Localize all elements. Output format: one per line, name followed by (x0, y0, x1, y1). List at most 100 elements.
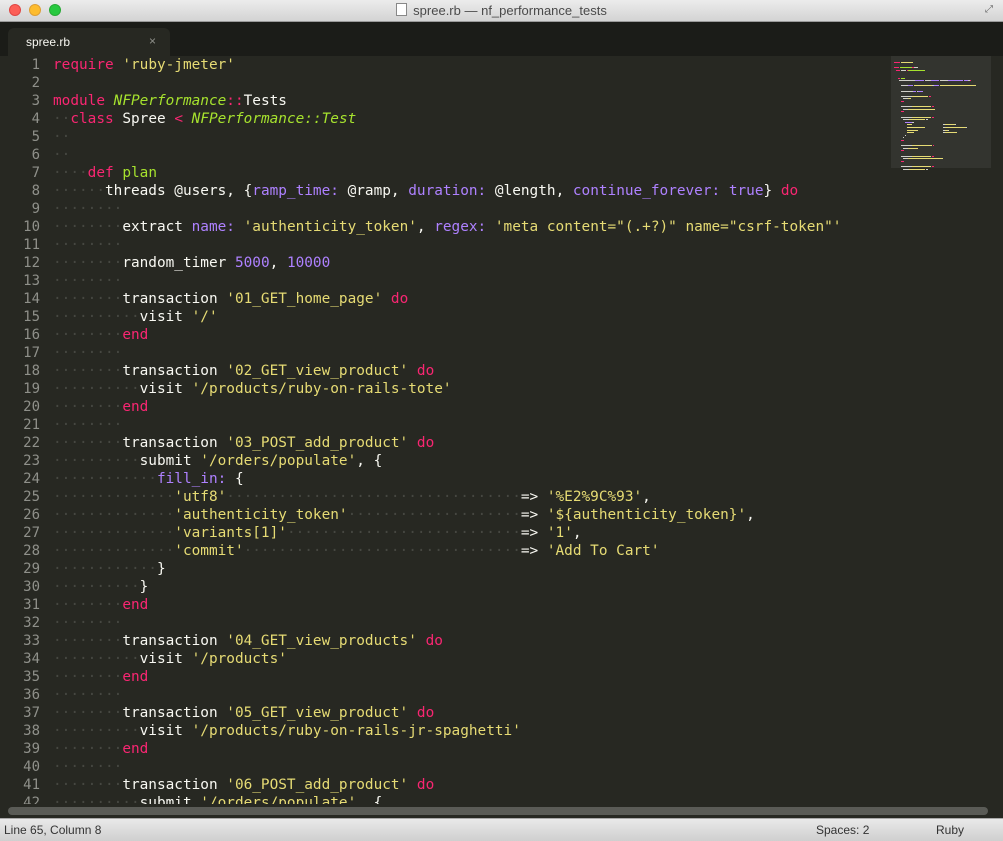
code-token: '${authenticity_token}' (546, 507, 747, 523)
code-line[interactable]: ··········submit '/orders/populate', { (53, 794, 841, 804)
code-token: ········ (53, 327, 123, 343)
minimap-stroke (969, 80, 972, 82)
code-token: threads (104, 183, 175, 199)
minimap-stroke (901, 95, 912, 97)
code-line[interactable]: ··············'utf8'····················… (53, 488, 841, 506)
code-line[interactable]: ········ (53, 200, 841, 218)
code-token: 'variants[1]' (174, 525, 287, 541)
minimap-stroke (895, 69, 901, 71)
code-line[interactable]: ·· (53, 128, 841, 146)
code-token: '02_GET_view_product' (226, 363, 409, 379)
line-number: 13 (23, 273, 40, 289)
code-line[interactable]: ·· (53, 146, 841, 164)
tab-close-icon[interactable]: × (149, 34, 156, 48)
line-number: 7 (31, 165, 40, 181)
line-number: 25 (23, 489, 40, 505)
code-line[interactable]: ··············'commit'··················… (53, 542, 841, 560)
code-token: Tests (243, 93, 287, 109)
code-token: , { (356, 453, 383, 469)
code-line[interactable]: ········end (53, 668, 841, 686)
minimap-stroke (913, 85, 932, 87)
line-number: 42 (23, 795, 40, 804)
code-line[interactable]: ········ (53, 272, 841, 290)
minimap-stroke (945, 124, 956, 126)
code-line[interactable]: module NFPerformance::Tests (53, 92, 841, 110)
code-line[interactable]: ········ (53, 344, 841, 362)
code-line[interactable]: ········extract name: 'authenticity_toke… (53, 218, 841, 236)
minimap[interactable] (891, 56, 1003, 804)
code-line[interactable]: ········end (53, 596, 841, 614)
code-token: require (53, 57, 114, 73)
code-token: } (139, 579, 149, 595)
line-number: 4 (31, 111, 40, 127)
line-number: 26 (23, 507, 40, 523)
code-line[interactable]: ········ (53, 614, 841, 632)
indentation-setting[interactable]: Spaces: 2 (816, 823, 869, 837)
code-token: extract (122, 219, 192, 235)
code-line[interactable]: ········transaction '01_GET_home_page' d… (53, 290, 841, 308)
document-icon (396, 3, 408, 16)
code-line[interactable]: ··········} (53, 578, 841, 596)
code-line[interactable]: ········end (53, 740, 841, 758)
code-area[interactable]: require 'ruby-jmeter' module NFPerforman… (53, 56, 841, 804)
minimap-stroke (931, 106, 934, 108)
line-number: 16 (23, 327, 40, 343)
code-line[interactable]: ··········visit '/products' (53, 650, 841, 668)
code-token: ········ (53, 633, 123, 649)
code-line[interactable]: ··········visit '/' (53, 308, 841, 326)
code-line[interactable]: ········end (53, 326, 841, 344)
line-number: 39 (23, 741, 40, 757)
code-line[interactable]: ····def plan (53, 164, 841, 182)
code-line[interactable]: ········transaction '05_GET_view_product… (53, 704, 841, 722)
code-line[interactable]: ········ (53, 686, 841, 704)
code-token: ········ (53, 273, 123, 289)
line-number: 11 (23, 237, 40, 253)
minimap-stroke (901, 77, 905, 79)
tab-spree-rb[interactable]: spree.rb × (8, 28, 170, 56)
code-line[interactable]: ············fill_in: { (53, 470, 841, 488)
code-line[interactable] (53, 74, 841, 92)
minimap-stroke (901, 90, 913, 92)
code-line[interactable]: ············} (53, 560, 841, 578)
code-editor[interactable]: 1 2 3 4 5 6 7 8 9 10 11 12 13 14 15 16 17 18 19 20 21 22 23 24 2… (0, 56, 888, 804)
code-token: @ramp (347, 183, 391, 199)
code-line[interactable]: ········transaction '04_GET_view_product… (53, 632, 841, 650)
code-line[interactable]: ··········visit '/products/ruby-on-rails… (53, 722, 841, 740)
code-token: ········ (53, 435, 123, 451)
code-line[interactable]: ··class Spree < NFPerformance::Test (53, 110, 841, 128)
minimap-stroke (918, 90, 923, 92)
code-token: submit (139, 795, 201, 804)
horizontal-scrollbar-thumb[interactable] (8, 807, 988, 815)
code-token: ········ (53, 615, 123, 631)
code-token: 'ruby-jmeter' (122, 57, 235, 73)
code-line[interactable]: ········transaction '03_POST_add_product… (53, 434, 841, 452)
code-line[interactable]: ··········visit '/products/ruby-on-rails… (53, 380, 841, 398)
code-line[interactable]: ··········submit '/orders/populate', { (53, 452, 841, 470)
code-line[interactable]: ········transaction '02_GET_view_product… (53, 362, 841, 380)
horizontal-scrollbar[interactable] (0, 804, 1003, 818)
syntax-selector[interactable]: Ruby (936, 823, 964, 837)
code-line[interactable]: require 'ruby-jmeter' (53, 56, 841, 74)
fullscreen-icon[interactable]: ⤢ (985, 4, 997, 16)
minimap-stroke (913, 67, 919, 69)
code-token: ········ (53, 705, 123, 721)
line-number: 33 (23, 633, 40, 649)
code-token: visit (139, 381, 192, 397)
code-token: ···· (53, 165, 88, 181)
code-token: ········ (53, 687, 123, 703)
code-line[interactable]: ······threads @users, {ramp_time: @ramp,… (53, 182, 841, 200)
minimap-stroke (945, 132, 957, 134)
code-token: transaction (122, 705, 227, 721)
code-line[interactable]: ········ (53, 236, 841, 254)
code-line[interactable]: ········random_timer 5000, 10000 (53, 254, 841, 272)
code-line[interactable]: ··············'variants[1]'·············… (53, 524, 841, 542)
code-line[interactable]: ········ (53, 416, 841, 434)
code-token: do (390, 291, 409, 307)
code-line[interactable]: ········transaction '06_POST_add_product… (53, 776, 841, 794)
code-token: do (416, 435, 435, 451)
code-line[interactable]: ········end (53, 398, 841, 416)
minimap-viewport[interactable] (891, 56, 991, 168)
code-line[interactable]: ··············'authenticity_token'······… (53, 506, 841, 524)
code-line[interactable]: ········ (53, 758, 841, 776)
